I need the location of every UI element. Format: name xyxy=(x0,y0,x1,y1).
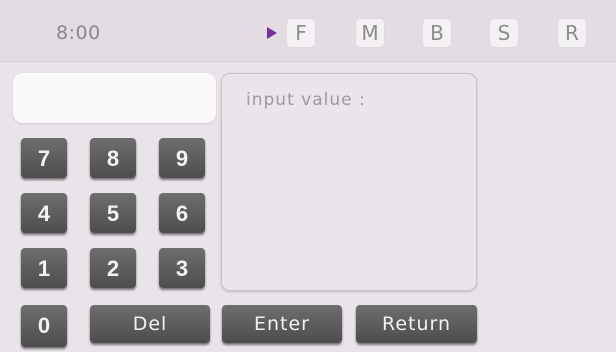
key-5[interactable]: 5 xyxy=(90,193,136,233)
key-2[interactable]: 2 xyxy=(90,248,136,288)
key-3[interactable]: 3 xyxy=(159,248,205,288)
key-0[interactable]: 0 xyxy=(21,305,67,347)
del-button[interactable]: Del xyxy=(90,305,210,343)
mode-button-b[interactable]: B xyxy=(423,19,451,47)
mode-button-s[interactable]: S xyxy=(490,19,518,47)
value-display-field[interactable] xyxy=(13,73,216,123)
input-value-panel: input value : xyxy=(221,73,477,291)
key-7[interactable]: 7 xyxy=(21,138,67,178)
status-bar: 8:00 F M B S R xyxy=(0,0,616,62)
return-button[interactable]: Return xyxy=(356,305,477,343)
active-mode-arrow-icon xyxy=(267,27,277,39)
key-6[interactable]: 6 xyxy=(159,193,205,233)
key-8[interactable]: 8 xyxy=(90,138,136,178)
key-1[interactable]: 1 xyxy=(21,248,67,288)
mode-button-f[interactable]: F xyxy=(287,19,315,47)
key-4[interactable]: 4 xyxy=(21,193,67,233)
key-9[interactable]: 9 xyxy=(159,138,205,178)
mode-button-r[interactable]: R xyxy=(558,19,586,47)
input-value-prompt: input value : xyxy=(246,90,366,110)
enter-button[interactable]: Enter xyxy=(222,305,342,343)
clock: 8:00 xyxy=(56,22,101,44)
mode-button-m[interactable]: M xyxy=(356,19,384,47)
